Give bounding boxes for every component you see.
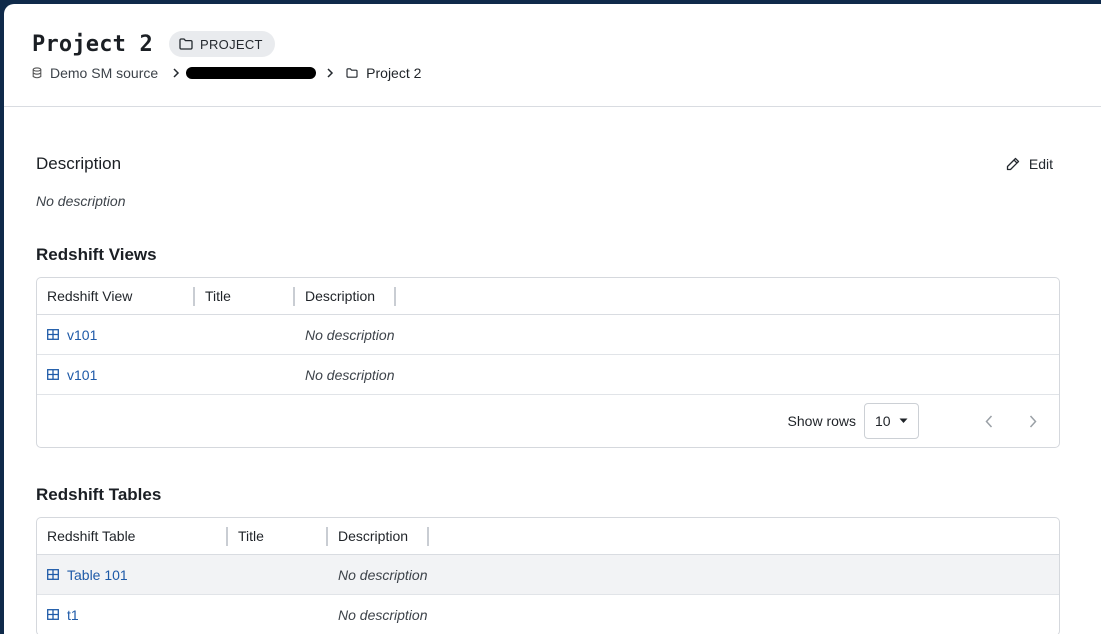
tables-table: Redshift Table Title Description Table 1… — [36, 517, 1060, 634]
tables-table-header: Redshift Table Title Description — [37, 518, 1059, 555]
view-link[interactable]: v101 — [47, 367, 97, 383]
column-header-title[interactable]: Title — [228, 518, 328, 554]
show-rows-label: Show rows — [787, 413, 856, 429]
description-text: No description — [36, 193, 126, 209]
edit-description-button[interactable]: Edit — [1006, 156, 1053, 172]
table-row: v101 No description — [37, 355, 1059, 395]
rows-per-page-select[interactable]: 10 — [864, 403, 919, 439]
folder-icon — [179, 38, 193, 50]
main-panel: Project 2 PROJECT Demo SM source Project… — [4, 4, 1101, 634]
next-page-button[interactable] — [1017, 405, 1049, 437]
breadcrumb: Demo SM source Project 2 — [32, 63, 1101, 83]
caret-down-icon — [899, 418, 908, 423]
column-header-title[interactable]: Title — [195, 278, 295, 314]
redacted-breadcrumb — [186, 67, 317, 79]
page-title: Project 2 — [32, 31, 154, 57]
column-header-description[interactable]: Description — [328, 518, 429, 554]
row-description: No description — [305, 326, 395, 343]
table-grid-icon — [47, 369, 59, 380]
folder-icon — [346, 68, 358, 78]
views-section-title: Redshift Views — [36, 245, 157, 264]
table-row: v101 No description — [37, 315, 1059, 355]
page-content: Description Edit No description Redshift… — [4, 153, 1101, 634]
table-grid-icon — [47, 609, 59, 620]
database-icon — [32, 67, 42, 79]
views-table: Redshift View Title Description v101 No … — [36, 277, 1060, 448]
column-header-description[interactable]: Description — [295, 278, 396, 314]
rows-per-page-value: 10 — [875, 413, 891, 429]
breadcrumb-source-label: Demo SM source — [50, 65, 159, 81]
badge-label: PROJECT — [200, 36, 263, 52]
table-row: Table 101 No description — [37, 555, 1059, 595]
pager — [961, 405, 1049, 437]
row-description: No description — [338, 566, 428, 583]
tables-section-title: Redshift Tables — [36, 485, 162, 504]
pagination-footer: Show rows 10 — [37, 395, 1059, 447]
view-link[interactable]: v101 — [47, 327, 97, 343]
row-description: No description — [338, 606, 428, 623]
page-header: Project 2 PROJECT Demo SM source Project… — [4, 4, 1101, 107]
column-resize-handle[interactable] — [394, 287, 396, 306]
chevron-right-icon — [326, 68, 334, 78]
row-description: No description — [305, 366, 395, 383]
edit-label: Edit — [1028, 156, 1053, 172]
chevron-right-icon — [1029, 414, 1037, 428]
breadcrumb-source[interactable]: Demo SM source — [32, 65, 158, 81]
description-title: Description — [36, 154, 122, 173]
pencil-icon — [1006, 157, 1020, 171]
column-header-name[interactable]: Redshift Table — [37, 518, 228, 554]
entity-type-badge: PROJECT — [169, 31, 275, 57]
breadcrumb-current[interactable]: Project 2 — [346, 65, 421, 81]
table-grid-icon — [47, 329, 59, 340]
table-link[interactable]: Table 101 — [47, 567, 128, 583]
chevron-right-icon — [172, 68, 180, 78]
column-header-name[interactable]: Redshift View — [37, 278, 195, 314]
chevron-left-icon — [985, 414, 993, 428]
table-row: t1 No description — [37, 595, 1059, 634]
table-grid-icon — [47, 569, 59, 580]
previous-page-button[interactable] — [973, 405, 1005, 437]
column-resize-handle[interactable] — [427, 527, 429, 546]
views-table-header: Redshift View Title Description — [37, 278, 1059, 315]
table-link[interactable]: t1 — [47, 607, 79, 623]
breadcrumb-current-label: Project 2 — [366, 65, 422, 81]
